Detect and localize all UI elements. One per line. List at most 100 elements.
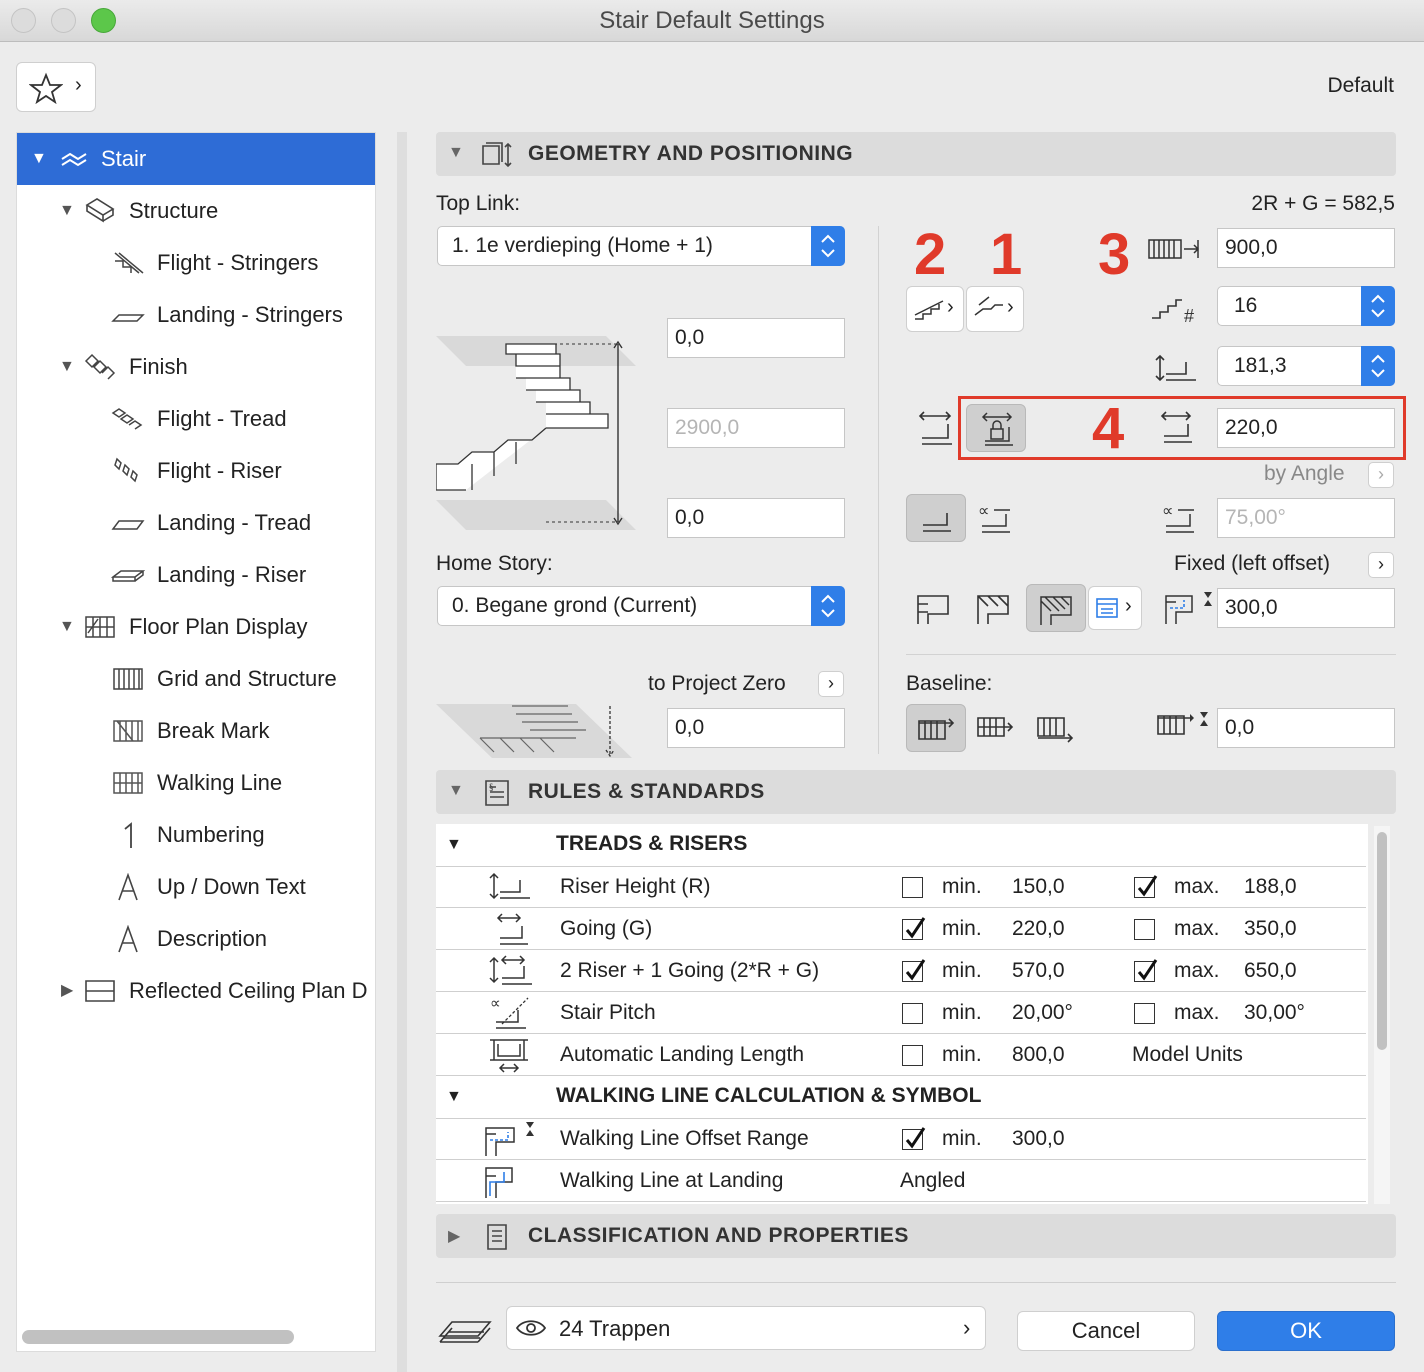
tree-item-finish[interactable]: ▼ Finish	[17, 341, 375, 393]
going-mode-button[interactable]	[906, 494, 966, 542]
tree-item-stair[interactable]: ▼ Stair	[17, 133, 375, 185]
walking-line-offset-min-checkbox[interactable]	[902, 1127, 926, 1150]
tree-label: Landing - Riser	[157, 562, 307, 587]
riser-height-max-checkbox[interactable]	[1134, 875, 1158, 898]
riser-going-max-checkbox[interactable]	[1134, 959, 1158, 982]
custom-offset-button[interactable]: ›	[1088, 586, 1142, 630]
tree-item-reflected-ceiling-plan[interactable]: ▶ Reflected Ceiling Plan D	[17, 965, 375, 1017]
rule-name: Stair Pitch	[560, 1001, 656, 1024]
tree-item-numbering[interactable]: Numbering	[17, 809, 375, 861]
max-value[interactable]: 188,0	[1244, 875, 1297, 899]
updown-chevron-icon	[1371, 294, 1385, 318]
tree-item-up-down-text[interactable]: Up / Down Text	[17, 861, 375, 913]
min-value[interactable]: 300,0	[1012, 1127, 1065, 1151]
rule-name: Riser Height (R)	[560, 875, 711, 898]
chevron-right-icon: ›	[1125, 595, 1132, 617]
home-story-stepper[interactable]	[811, 586, 845, 626]
tree-item-landing-tread[interactable]: Landing - Tread	[17, 497, 375, 549]
disclosure-down-icon[interactable]: ▼	[31, 133, 47, 185]
project-zero-chevron-button[interactable]: ›	[818, 671, 844, 697]
tree-item-structure[interactable]: ▼ Structure	[17, 185, 375, 237]
going-max-checkbox[interactable]	[1134, 919, 1155, 940]
landing-length-icon	[490, 1039, 528, 1073]
min-value[interactable]: 20,00°	[1012, 1001, 1073, 1025]
disclosure-down-icon[interactable]: ▼	[59, 341, 75, 393]
tree-item-walking-line[interactable]: Walking Line	[17, 757, 375, 809]
max-value[interactable]: 350,0	[1244, 917, 1297, 941]
walking-line-landing-value[interactable]: Angled	[900, 1169, 965, 1193]
riser-height-stepper[interactable]	[1361, 346, 1395, 386]
tree-item-landing-stringers[interactable]: Landing - Stringers	[17, 289, 375, 341]
cancel-button[interactable]: Cancel	[1017, 1311, 1195, 1351]
tree-item-flight-riser[interactable]: Flight - Riser	[17, 445, 375, 497]
baseline-left-button[interactable]	[906, 704, 966, 752]
tree-item-landing-riser[interactable]: Landing - Riser	[17, 549, 375, 601]
stair-input-mode-button[interactable]: ›	[906, 286, 964, 332]
disclosure-down-icon[interactable]: ▼	[59, 185, 75, 237]
annotation-1: 1	[990, 222, 1023, 287]
disclosure-down-icon[interactable]: ▼	[446, 836, 462, 854]
riser-going-min-checkbox[interactable]	[902, 959, 926, 982]
disclosure-down-icon[interactable]: ▼	[59, 601, 75, 653]
stair-rule-mode-button[interactable]: ›	[966, 286, 1024, 332]
disclosure-down-icon[interactable]: ▼	[448, 144, 464, 162]
max-value[interactable]: 650,0	[1244, 959, 1297, 983]
divider	[878, 226, 879, 754]
landing-length-min-checkbox[interactable]	[902, 1045, 923, 1066]
layer-select[interactable]: 24 Trappen ›	[506, 1306, 986, 1350]
flight-stringers-icon	[114, 252, 144, 274]
disclosure-right-icon[interactable]: ▶	[448, 1226, 460, 1246]
rules-scrollbar-thumb[interactable]	[1377, 832, 1387, 1050]
walking-line-group[interactable]: ▼ WALKING LINE CALCULATION & SYMBOL	[436, 1076, 1366, 1118]
tree-item-description[interactable]: Description	[17, 913, 375, 965]
disclosure-right-icon[interactable]: ▶	[61, 965, 73, 1017]
riser-count-select[interactable]: 16	[1217, 286, 1395, 326]
tree-item-flight-tread[interactable]: Flight - Tread	[17, 393, 375, 445]
min-value[interactable]: 800,0	[1012, 1043, 1065, 1067]
top-offset-field[interactable]: 0,0	[667, 318, 845, 358]
flight-length-field[interactable]: 900,0	[1217, 228, 1395, 268]
tree-item-floor-plan-display[interactable]: ▼ Floor Plan Display	[17, 601, 375, 653]
floor-plan-icon	[85, 616, 115, 638]
by-angle-chevron-button[interactable]: ›	[1368, 462, 1394, 488]
top-link-select[interactable]: 1. 1e verdieping (Home + 1)	[437, 226, 845, 266]
ok-button[interactable]: OK	[1217, 1311, 1395, 1351]
rules-section-header[interactable]: ▼ § RULES & STANDARDS	[436, 770, 1396, 814]
landing-stringers-icon	[111, 314, 145, 322]
disclosure-down-icon[interactable]: ▼	[448, 782, 464, 800]
going-min-checkbox[interactable]	[902, 917, 926, 940]
top-link-stepper[interactable]	[811, 226, 845, 266]
going-field[interactable]: 220,0	[1217, 408, 1395, 448]
classification-section-header[interactable]: ▶ CLASSIFICATION AND PROPERTIES	[436, 1214, 1396, 1258]
disclosure-down-icon[interactable]: ▼	[446, 1088, 462, 1106]
walking-line-offset-field[interactable]: 300,0	[1217, 588, 1395, 628]
stair-pitch-min-checkbox[interactable]	[902, 1003, 923, 1024]
stair-pitch-max-checkbox[interactable]	[1134, 1003, 1155, 1024]
favorites-button[interactable]: ›	[16, 62, 96, 112]
max-value[interactable]: 30,00°	[1244, 1001, 1305, 1025]
sidebar-horizontal-scrollbar[interactable]	[22, 1330, 294, 1344]
checkmark-icon	[1137, 875, 1158, 897]
min-value[interactable]: 570,0	[1012, 959, 1065, 983]
baseline-offset-field[interactable]: 0,0	[1217, 708, 1395, 748]
bottom-offset-field[interactable]: 0,0	[667, 498, 845, 538]
tree-item-grid-and-structure[interactable]: Grid and Structure	[17, 653, 375, 705]
treads-risers-group[interactable]: ▼ TREADS & RISERS	[436, 824, 1366, 866]
home-story-select[interactable]: 0. Begane grond (Current)	[437, 586, 845, 626]
panel-splitter[interactable]	[397, 132, 407, 1372]
tree-item-break-mark[interactable]: Break Mark	[17, 705, 375, 757]
walking-line-right-button[interactable]	[1026, 584, 1086, 632]
stair-icon	[61, 152, 87, 167]
riser-height-icon	[1155, 354, 1196, 382]
divider	[906, 654, 1396, 655]
min-value[interactable]: 150,0	[1012, 875, 1065, 899]
project-zero-field[interactable]: 0,0	[667, 708, 845, 748]
riser-count-stepper[interactable]	[1361, 286, 1395, 326]
riser-height-min-checkbox[interactable]	[902, 877, 923, 898]
min-value[interactable]: 220,0	[1012, 917, 1065, 941]
divider	[436, 1282, 1396, 1283]
fixed-offset-chevron-button[interactable]: ›	[1368, 552, 1394, 578]
tree-item-flight-stringers[interactable]: Flight - Stringers	[17, 237, 375, 289]
riser-height-select[interactable]: 181,3	[1217, 346, 1395, 386]
geometry-section-header[interactable]: ▼ GEOMETRY AND POSITIONING	[436, 132, 1396, 176]
